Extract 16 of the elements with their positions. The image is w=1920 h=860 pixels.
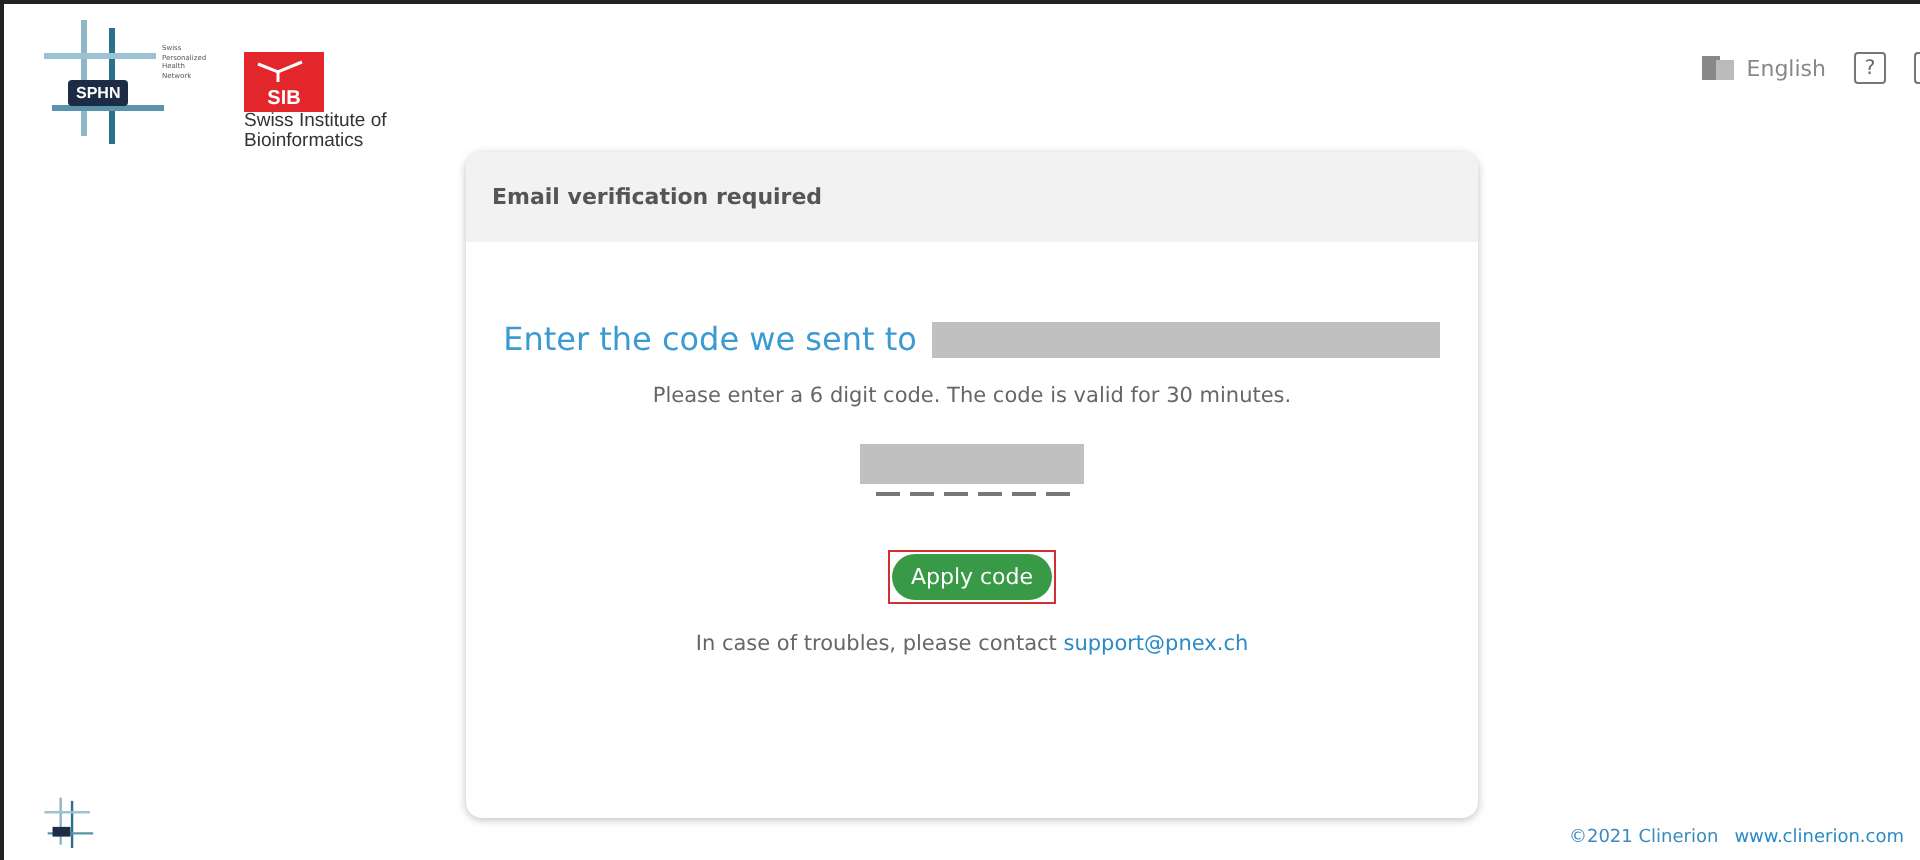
logo-caption: Swiss Institute of Bioinformatics [244, 112, 389, 152]
help-button[interactable]: ? [1854, 52, 1886, 84]
card-title: Email verification required [466, 152, 1478, 242]
translate-icon [1702, 56, 1735, 80]
logo-icon [40, 796, 96, 848]
instruction-text: Please enter a 6 digit code. The code is valid for 30 minutes. [652, 384, 1292, 408]
heading: Enter the code we sent to [503, 320, 917, 358]
sib-logo: SIB [244, 52, 324, 112]
language-selector[interactable]: English [1702, 55, 1826, 81]
copyright-text: ©2021 Clinerion [1568, 828, 1719, 848]
website-link[interactable]: www.clinerion.com [1734, 828, 1904, 848]
apply-code-button[interactable]: Apply code [892, 554, 1052, 600]
support-email-link[interactable]: support@pnex.ch [1063, 632, 1249, 656]
contact-text: In case of troubles, please contact support@pnex.ch [695, 632, 1249, 656]
logo-text: SPHN [68, 80, 129, 106]
code-input-field[interactable] [860, 444, 1084, 496]
